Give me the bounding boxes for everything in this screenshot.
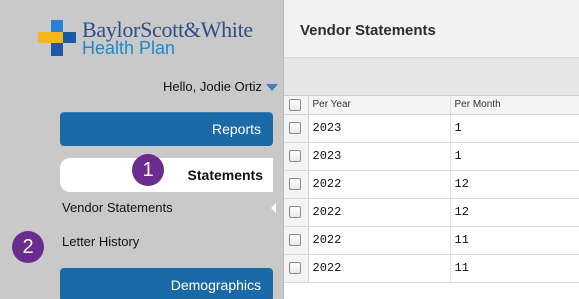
- select-all-checkbox[interactable]: [289, 98, 301, 111]
- page-header: Vendor Statements: [284, 0, 579, 58]
- row-checkbox[interactable]: [289, 122, 301, 134]
- nav-item-vendor-statements[interactable]: Vendor Statements: [62, 200, 173, 215]
- step-badge-1: 1: [132, 154, 164, 186]
- select-all-cell: [284, 96, 309, 115]
- row-checkbox[interactable]: [289, 234, 301, 246]
- row-checkbox[interactable]: [289, 206, 301, 218]
- reports-button[interactable]: Reports: [60, 112, 273, 146]
- row-select-cell: [284, 142, 309, 171]
- row-select-cell: [284, 170, 309, 199]
- user-menu[interactable]: Hello, Jodie Ortiz: [163, 79, 278, 94]
- table-row[interactable]: 2022 12: [284, 198, 579, 227]
- statements-button[interactable]: Statements: [60, 158, 273, 192]
- column-header-per-month[interactable]: Per Month: [450, 96, 579, 115]
- row-select-cell: [284, 114, 309, 143]
- row-checkbox[interactable]: [289, 150, 301, 162]
- row-checkbox[interactable]: [289, 178, 301, 190]
- cell-year: 2023: [308, 114, 451, 143]
- row-select-cell: [284, 254, 309, 283]
- cell-month: 12: [450, 170, 579, 199]
- cell-year: 2022: [308, 226, 451, 255]
- plus-cross-icon: [38, 20, 76, 56]
- cell-year: 2022: [308, 198, 451, 227]
- row-select-cell: [284, 226, 309, 255]
- toolbar: [284, 58, 579, 96]
- table-row[interactable]: 2022 12: [284, 170, 579, 199]
- sidebar: BaylorScott&White Health Plan Hello, Jod…: [0, 0, 283, 299]
- table-row[interactable]: 2022 11: [284, 254, 579, 283]
- column-header-per-year[interactable]: Per Year: [308, 96, 451, 115]
- cell-year: 2023: [308, 142, 451, 171]
- cell-year: 2022: [308, 254, 451, 283]
- table-row[interactable]: 2022 11: [284, 226, 579, 255]
- demographics-button[interactable]: Demographics: [60, 268, 273, 299]
- cell-month: 11: [450, 226, 579, 255]
- user-greeting: Hello, Jodie Ortiz: [163, 79, 262, 94]
- chevron-down-icon: [266, 84, 278, 91]
- cell-month: 1: [450, 114, 579, 143]
- main-panel: Vendor Statements Per Year Per Month 202…: [283, 0, 579, 299]
- cell-month: 1: [450, 142, 579, 171]
- table-row[interactable]: 2023 1: [284, 114, 579, 143]
- page-title: Vendor Statements: [300, 22, 436, 39]
- table-header-row: Per Year Per Month: [284, 96, 579, 115]
- cell-month: 11: [450, 254, 579, 283]
- table-row[interactable]: 2023 1: [284, 142, 579, 171]
- brand-subtitle: Health Plan: [82, 38, 176, 58]
- statements-table: Per Year Per Month 2023 1 2023 1 2022 12: [284, 96, 579, 283]
- nav-item-letter-history[interactable]: Letter History: [62, 234, 139, 249]
- step-badge-2: 2: [12, 231, 44, 263]
- row-checkbox[interactable]: [289, 262, 301, 274]
- collapse-arrow-icon[interactable]: [271, 203, 276, 213]
- row-select-cell: [284, 198, 309, 227]
- cell-year: 2022: [308, 170, 451, 199]
- cell-month: 12: [450, 198, 579, 227]
